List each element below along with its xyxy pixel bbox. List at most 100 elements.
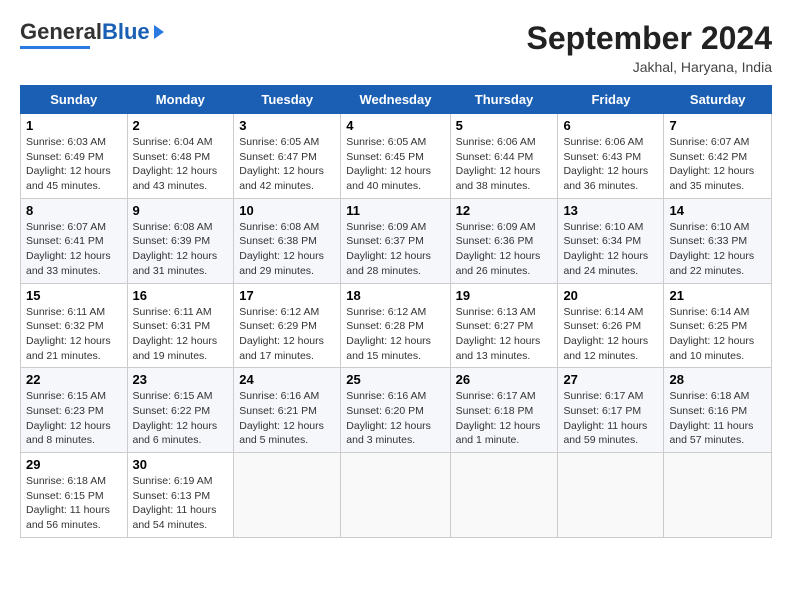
cell-info: Sunrise: 6:08 AM Sunset: 6:39 PM Dayligh…	[133, 221, 218, 277]
cell-info: Sunrise: 6:09 AM Sunset: 6:36 PM Dayligh…	[456, 221, 541, 277]
calendar-cell: 20 Sunrise: 6:14 AM Sunset: 6:26 PM Dayli…	[558, 283, 664, 368]
calendar-cell: 13 Sunrise: 6:10 AM Sunset: 6:34 PM Dayli…	[558, 198, 664, 283]
cell-info: Sunrise: 6:15 AM Sunset: 6:22 PM Dayligh…	[133, 390, 218, 446]
day-number: 24	[239, 372, 335, 387]
location-text: Jakhal, Haryana, India	[527, 59, 772, 75]
col-header-sunday: Sunday	[21, 86, 128, 114]
calendar-cell: 15Sunrise: 6:11 AM Sunset: 6:32 PM Dayli…	[21, 283, 128, 368]
cell-info: Sunrise: 6:19 AM Sunset: 6:13 PM Dayligh…	[133, 475, 217, 531]
day-number: 9	[133, 203, 229, 218]
cell-info: Sunrise: 6:10 AM Sunset: 6:33 PM Dayligh…	[669, 221, 754, 277]
cell-info: Sunrise: 6:10 AM Sunset: 6:34 PM Dayligh…	[563, 221, 648, 277]
cell-info: Sunrise: 6:13 AM Sunset: 6:27 PM Dayligh…	[456, 306, 541, 362]
day-number: 26	[456, 372, 553, 387]
calendar-cell: 5 Sunrise: 6:06 AM Sunset: 6:44 PM Daylig…	[450, 114, 558, 199]
day-number: 20	[563, 288, 658, 303]
calendar-cell: 25Sunrise: 6:16 AM Sunset: 6:20 PM Dayli…	[341, 368, 450, 453]
calendar-cell	[558, 453, 664, 538]
calendar-cell: 18 Sunrise: 6:12 AM Sunset: 6:28 PM Dayli…	[341, 283, 450, 368]
cell-info: Sunrise: 6:18 AM Sunset: 6:15 PM Dayligh…	[26, 475, 110, 531]
day-number: 27	[563, 372, 658, 387]
day-number: 3	[239, 118, 335, 133]
cell-info: Sunrise: 6:18 AM Sunset: 6:16 PM Dayligh…	[669, 390, 753, 446]
day-number: 4	[346, 118, 444, 133]
cell-info: Sunrise: 6:11 AM Sunset: 6:31 PM Dayligh…	[133, 306, 218, 362]
day-number: 10	[239, 203, 335, 218]
day-number: 29	[26, 457, 122, 472]
cell-info: Sunrise: 6:15 AM Sunset: 6:23 PM Dayligh…	[26, 390, 111, 446]
cell-info: Sunrise: 6:08 AM Sunset: 6:38 PM Dayligh…	[239, 221, 324, 277]
calendar-cell: 10 Sunrise: 6:08 AM Sunset: 6:38 PM Dayli…	[234, 198, 341, 283]
calendar-cell: 14 Sunrise: 6:10 AM Sunset: 6:33 PM Dayli…	[664, 198, 772, 283]
day-number: 14	[669, 203, 766, 218]
calendar-cell: 22 Sunrise: 6:15 AM Sunset: 6:23 PM Dayli…	[21, 368, 128, 453]
cell-info: Sunrise: 6:03 AM Sunset: 6:49 PM Dayligh…	[26, 136, 111, 192]
day-number: 17	[239, 288, 335, 303]
cell-info: Sunrise: 6:12 AM Sunset: 6:28 PM Dayligh…	[346, 306, 431, 362]
day-number: 12	[456, 203, 553, 218]
col-header-thursday: Thursday	[450, 86, 558, 114]
calendar-cell: 6 Sunrise: 6:06 AM Sunset: 6:43 PM Daylig…	[558, 114, 664, 199]
col-header-wednesday: Wednesday	[341, 86, 450, 114]
calendar-cell: 12 Sunrise: 6:09 AM Sunset: 6:36 PM Dayli…	[450, 198, 558, 283]
cell-info: Sunrise: 6:04 AM Sunset: 6:48 PM Dayligh…	[133, 136, 218, 192]
col-header-tuesday: Tuesday	[234, 86, 341, 114]
day-number: 22	[26, 372, 122, 387]
calendar-cell: 19 Sunrise: 6:13 AM Sunset: 6:27 PM Dayli…	[450, 283, 558, 368]
calendar-cell	[450, 453, 558, 538]
cell-info: Sunrise: 6:16 AM Sunset: 6:21 PM Dayligh…	[239, 390, 324, 446]
cell-info: Sunrise: 6:07 AM Sunset: 6:41 PM Dayligh…	[26, 221, 111, 277]
cell-info: Sunrise: 6:17 AM Sunset: 6:18 PM Dayligh…	[456, 390, 541, 446]
day-number: 7	[669, 118, 766, 133]
day-number: 25	[346, 372, 444, 387]
day-number: 19	[456, 288, 553, 303]
week-row-2: 8 Sunrise: 6:07 AM Sunset: 6:41 PM Daylig…	[21, 198, 772, 283]
day-number: 8	[26, 203, 122, 218]
day-number: 28	[669, 372, 766, 387]
col-header-friday: Friday	[558, 86, 664, 114]
calendar-cell: 4Sunrise: 6:05 AM Sunset: 6:45 PM Daylig…	[341, 114, 450, 199]
day-number: 5	[456, 118, 553, 133]
calendar-cell: 26 Sunrise: 6:17 AM Sunset: 6:18 PM Dayli…	[450, 368, 558, 453]
week-row-1: 1 Sunrise: 6:03 AM Sunset: 6:49 PM Daylig…	[21, 114, 772, 199]
day-number: 6	[563, 118, 658, 133]
calendar-cell: 3 Sunrise: 6:05 AM Sunset: 6:47 PM Daylig…	[234, 114, 341, 199]
cell-info: Sunrise: 6:17 AM Sunset: 6:17 PM Dayligh…	[563, 390, 647, 446]
day-number: 16	[133, 288, 229, 303]
calendar-cell	[664, 453, 772, 538]
day-number: 1	[26, 118, 122, 133]
day-number: 2	[133, 118, 229, 133]
calendar-header-row: SundayMondayTuesdayWednesdayThursdayFrid…	[21, 86, 772, 114]
col-header-saturday: Saturday	[664, 86, 772, 114]
calendar-cell	[234, 453, 341, 538]
page-header: GeneralBlue September 2024 Jakhal, Harya…	[20, 20, 772, 75]
calendar-cell: 28 Sunrise: 6:18 AM Sunset: 6:16 PM Dayli…	[664, 368, 772, 453]
week-row-4: 22 Sunrise: 6:15 AM Sunset: 6:23 PM Dayli…	[21, 368, 772, 453]
calendar-cell: 21Sunrise: 6:14 AM Sunset: 6:25 PM Dayli…	[664, 283, 772, 368]
calendar-cell: 7 Sunrise: 6:07 AM Sunset: 6:42 PM Daylig…	[664, 114, 772, 199]
day-number: 18	[346, 288, 444, 303]
cell-info: Sunrise: 6:09 AM Sunset: 6:37 PM Dayligh…	[346, 221, 431, 277]
month-title: September 2024	[527, 20, 772, 57]
cell-info: Sunrise: 6:14 AM Sunset: 6:26 PM Dayligh…	[563, 306, 648, 362]
day-number: 21	[669, 288, 766, 303]
day-number: 13	[563, 203, 658, 218]
day-number: 11	[346, 203, 444, 218]
cell-info: Sunrise: 6:05 AM Sunset: 6:47 PM Dayligh…	[239, 136, 324, 192]
calendar-cell: 1 Sunrise: 6:03 AM Sunset: 6:49 PM Daylig…	[21, 114, 128, 199]
day-number: 30	[133, 457, 229, 472]
logo-text: GeneralBlue	[20, 20, 150, 44]
cell-info: Sunrise: 6:07 AM Sunset: 6:42 PM Dayligh…	[669, 136, 754, 192]
week-row-5: 29 Sunrise: 6:18 AM Sunset: 6:15 PM Dayli…	[21, 453, 772, 538]
cell-info: Sunrise: 6:06 AM Sunset: 6:43 PM Dayligh…	[563, 136, 648, 192]
calendar-table: SundayMondayTuesdayWednesdayThursdayFrid…	[20, 85, 772, 538]
calendar-cell: 27 Sunrise: 6:17 AM Sunset: 6:17 PM Dayli…	[558, 368, 664, 453]
calendar-cell: 23 Sunrise: 6:15 AM Sunset: 6:22 PM Dayli…	[127, 368, 234, 453]
calendar-cell: 30 Sunrise: 6:19 AM Sunset: 6:13 PM Dayli…	[127, 453, 234, 538]
title-block: September 2024 Jakhal, Haryana, India	[527, 20, 772, 75]
day-number: 15	[26, 288, 122, 303]
cell-info: Sunrise: 6:06 AM Sunset: 6:44 PM Dayligh…	[456, 136, 541, 192]
day-number: 23	[133, 372, 229, 387]
calendar-cell: 8 Sunrise: 6:07 AM Sunset: 6:41 PM Daylig…	[21, 198, 128, 283]
cell-info: Sunrise: 6:12 AM Sunset: 6:29 PM Dayligh…	[239, 306, 324, 362]
